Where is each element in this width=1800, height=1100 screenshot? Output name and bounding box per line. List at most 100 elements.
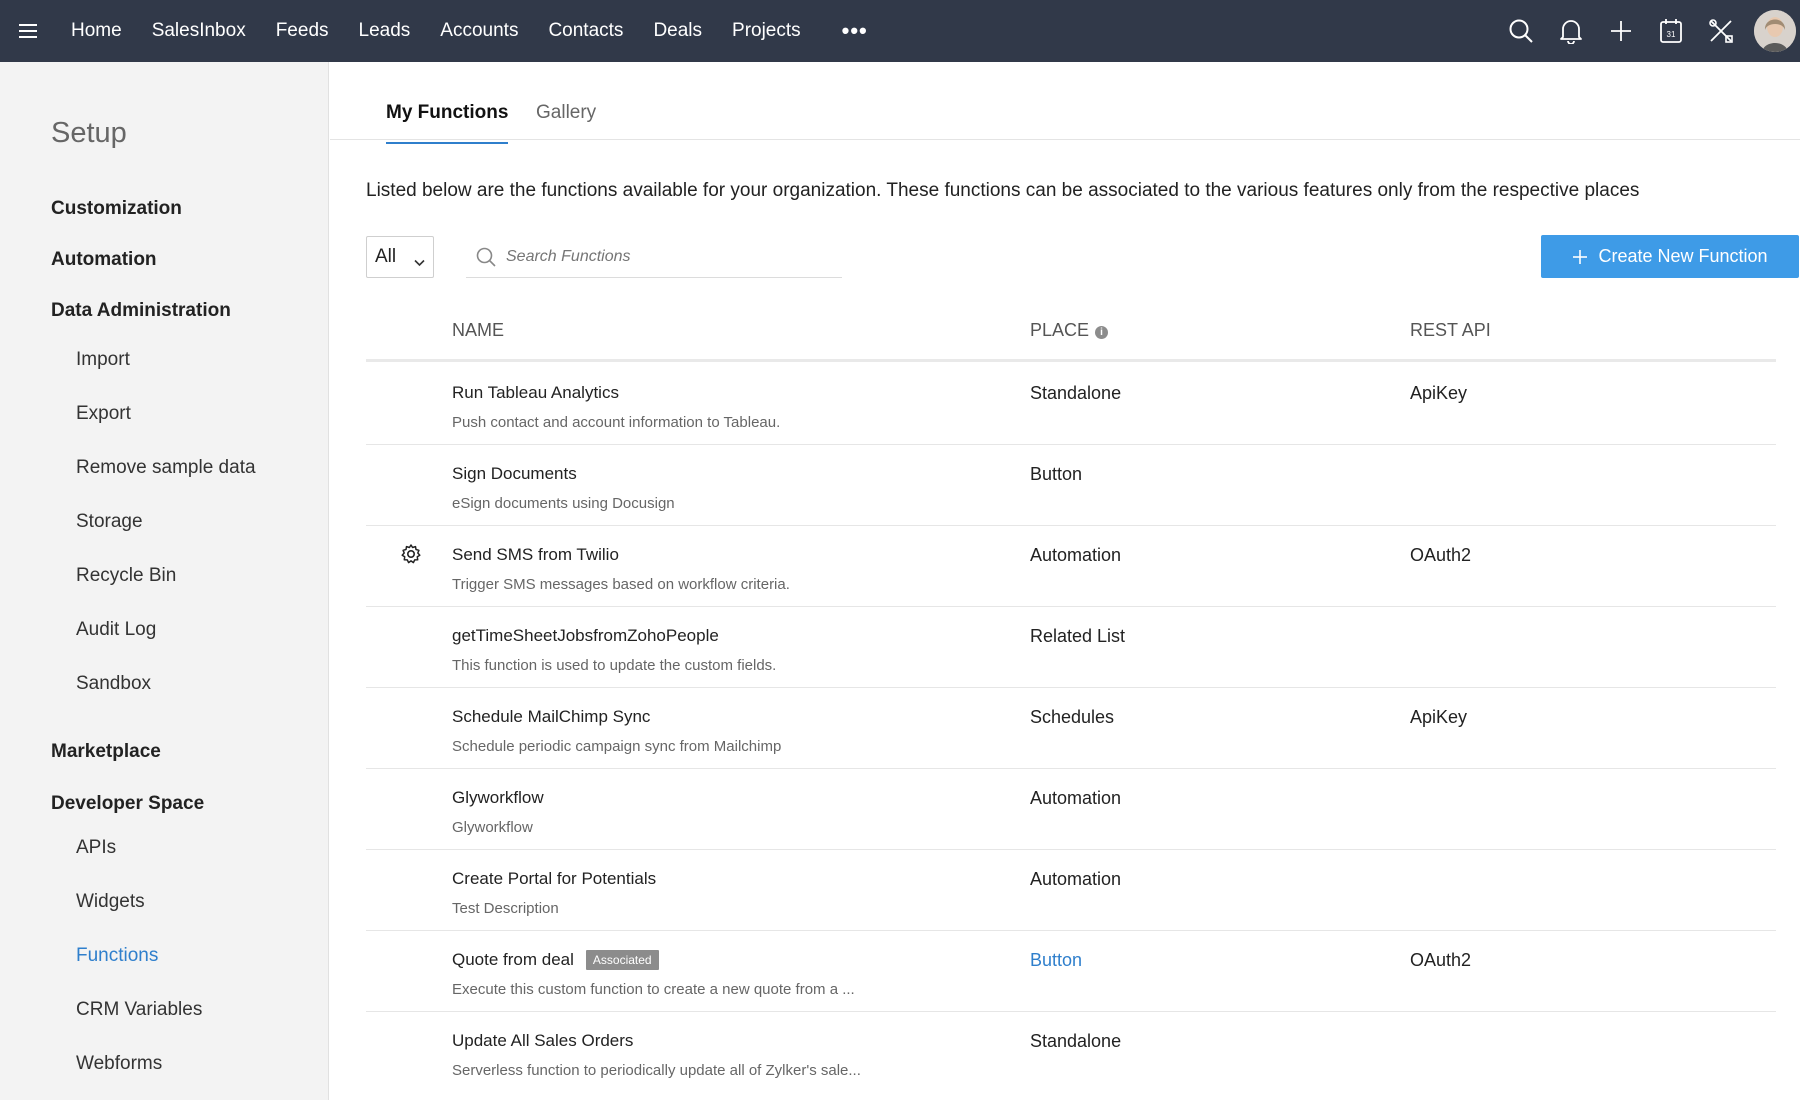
table-row[interactable]: Create Portal for Potentials Test Descri… (366, 851, 1776, 931)
function-name-text: Run Tableau Analytics (452, 383, 619, 402)
tab-my-functions[interactable]: My Functions (386, 102, 509, 144)
function-place: Automation (1030, 869, 1122, 889)
function-rest-api: ApiKey (1410, 383, 1468, 403)
function-name-text: Create Portal for Potentials (452, 869, 657, 888)
sidebar-item-remove-sample-data[interactable]: Remove sample data (76, 457, 256, 479)
function-name[interactable]: Schedule MailChimp Sync (452, 707, 650, 727)
sidebar-item-storage[interactable]: Storage (76, 511, 143, 533)
hamburger-menu-icon[interactable] (0, 0, 56, 62)
function-place: Automation (1030, 545, 1122, 565)
column-header-rest-api: REST API (1410, 320, 1491, 340)
function-place-link[interactable]: Button (1030, 950, 1082, 971)
function-name-text: getTimeSheetJobsfromZohoPeople (452, 626, 719, 645)
function-name[interactable]: getTimeSheetJobsfromZohoPeople (452, 626, 719, 646)
info-icon[interactable]: i (1095, 326, 1109, 339)
nav-item-deals[interactable]: Deals (638, 0, 717, 62)
function-description: Push contact and account information to … (452, 414, 781, 431)
function-place: Standalone (1030, 383, 1122, 403)
sidebar-section-data-administration[interactable]: Data Administration (51, 300, 231, 322)
sidebar-item-export[interactable]: Export (76, 403, 131, 425)
nav-item-home[interactable]: Home (56, 0, 137, 62)
create-new-function-label: Create New Function (1598, 246, 1768, 266)
column-header-place-label: PLACE (1030, 320, 1090, 340)
function-place: Automation (1030, 788, 1122, 808)
nav-item-accounts[interactable]: Accounts (425, 0, 533, 62)
main-content: My Functions Gallery Listed below are th… (330, 62, 1800, 1100)
sidebar-item-webforms[interactable]: Webforms (76, 1053, 162, 1075)
search-input[interactable] (506, 247, 826, 266)
calendar-day-label: 31 (1667, 30, 1676, 39)
sidebar-section-developer-space[interactable]: Developer Space (51, 793, 204, 815)
calendar-icon[interactable]: 31 (1646, 0, 1696, 62)
associated-badge: Associated (585, 950, 659, 970)
tab-gallery[interactable]: Gallery (536, 102, 596, 142)
sidebar-item-recycle-bin[interactable]: Recycle Bin (76, 565, 176, 587)
nav-item-projects[interactable]: Projects (717, 0, 816, 62)
function-name[interactable]: Send SMS from Twilio (452, 545, 619, 565)
plus-icon[interactable] (1596, 0, 1646, 62)
setup-sidebar: Setup Customization Automation Data Admi… (0, 62, 329, 1100)
sidebar-section-customization[interactable]: Customization (51, 198, 182, 220)
table-row[interactable]: Quote from deal Associated Execute this c… (366, 932, 1776, 1012)
table-row[interactable]: Update All Sales Orders Serverless funct… (366, 1013, 1776, 1093)
function-name-text: Update All Sales Orders (452, 1031, 634, 1050)
function-name[interactable]: Sign Documents (452, 464, 577, 484)
function-place: Schedules (1030, 707, 1115, 727)
sidebar-item-widgets[interactable]: Widgets (76, 891, 145, 913)
function-description: This function is used to update the cust… (452, 657, 777, 674)
settings-gear-icon[interactable] (400, 543, 422, 570)
tools-icon[interactable] (1696, 0, 1746, 62)
function-description: Glyworkflow (452, 819, 533, 836)
avatar[interactable] (1754, 10, 1796, 52)
more-menu-button[interactable]: ••• (816, 18, 894, 44)
sidebar-item-audit-log[interactable]: Audit Log (76, 619, 156, 641)
sidebar-item-apis[interactable]: APIs (76, 837, 116, 859)
nav-item-feeds[interactable]: Feeds (261, 0, 344, 62)
sidebar-item-import[interactable]: Import (76, 349, 130, 371)
search-icon[interactable] (1496, 0, 1546, 62)
function-name[interactable]: Quote from deal Associated (452, 950, 659, 970)
table-row[interactable]: Send SMS from Twilio Trigger SMS message… (366, 527, 1776, 607)
table-row[interactable]: getTimeSheetJobsfromZohoPeople This func… (366, 608, 1776, 688)
sidebar-item-crm-variables[interactable]: CRM Variables (76, 999, 202, 1021)
function-rest-api: OAuth2 (1410, 950, 1472, 970)
function-name-text: Schedule MailChimp Sync (452, 707, 651, 726)
table-row[interactable]: Run Tableau Analytics Push contact and a… (366, 365, 1776, 445)
function-name[interactable]: Glyworkflow (452, 788, 544, 808)
function-description: Execute this custom function to create a… (452, 981, 855, 998)
column-header-name: NAME (452, 320, 505, 340)
plus-icon (1573, 249, 1588, 264)
top-nav: Home SalesInbox Feeds Leads Accounts Con… (0, 0, 1800, 62)
create-new-function-button[interactable]: Create New Function (1541, 235, 1799, 278)
function-description: Schedule periodic campaign sync from Mai… (452, 738, 782, 755)
column-header-place: PLACE i (1030, 320, 1109, 341)
function-description: Serverless function to periodically upda… (452, 1062, 861, 1079)
function-description: Trigger SMS messages based on workflow c… (452, 576, 790, 593)
function-name-text: Send SMS from Twilio (452, 545, 619, 564)
table-row[interactable]: Sign Documents eSign documents using Doc… (366, 446, 1776, 526)
function-name-text: Sign Documents (452, 464, 577, 483)
sidebar-item-functions[interactable]: Functions (76, 945, 158, 967)
filter-value: All (375, 246, 397, 267)
sidebar-item-sandbox[interactable]: Sandbox (76, 673, 151, 695)
bell-icon[interactable] (1546, 0, 1596, 62)
table-row[interactable]: Glyworkflow Glyworkflow Automation (366, 770, 1776, 850)
function-rest-api: ApiKey (1410, 707, 1468, 727)
nav-item-contacts[interactable]: Contacts (533, 0, 638, 62)
function-place: Button (1030, 464, 1083, 484)
sidebar-section-automation[interactable]: Automation (51, 249, 157, 271)
function-name-text: Glyworkflow (452, 788, 544, 807)
sidebar-section-marketplace[interactable]: Marketplace (51, 741, 161, 763)
nav-item-leads[interactable]: Leads (344, 0, 426, 62)
search-box (466, 236, 842, 278)
tab-bar: My Functions Gallery (330, 62, 1800, 144)
function-description: eSign documents using Docusign (452, 495, 675, 512)
table-row[interactable]: Schedule MailChimp Sync Schedule periodi… (366, 689, 1776, 769)
function-rest-api: OAuth2 (1410, 545, 1472, 565)
nav-item-salesinbox[interactable]: SalesInbox (137, 0, 261, 62)
function-name[interactable]: Run Tableau Analytics (452, 383, 619, 403)
function-name[interactable]: Update All Sales Orders (452, 1031, 633, 1051)
function-name[interactable]: Create Portal for Potentials (452, 869, 656, 889)
filter-select[interactable]: All (366, 236, 434, 278)
intro-text: Listed below are the functions available… (366, 180, 1640, 201)
